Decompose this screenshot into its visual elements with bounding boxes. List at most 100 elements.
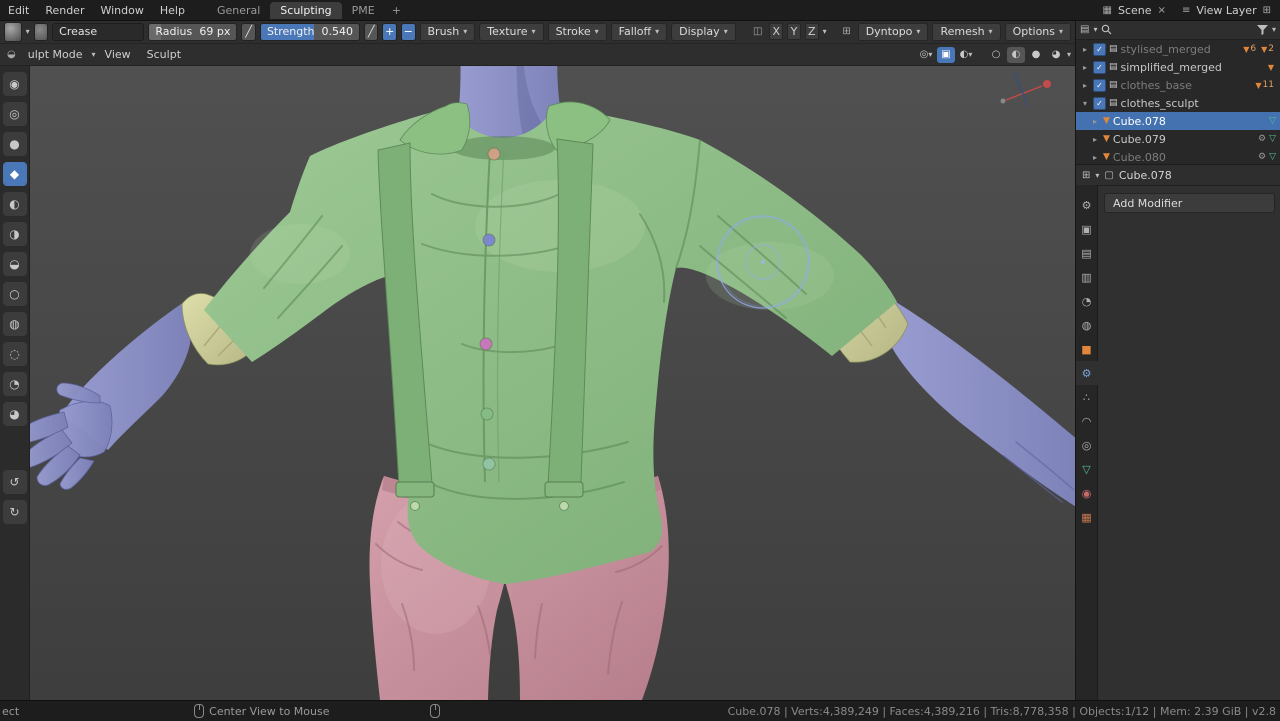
workspace-tab-general[interactable]: General	[207, 2, 270, 19]
stroke-panel-dropdown[interactable]: Stroke ▾	[547, 22, 607, 41]
expand-icon[interactable]: ▸	[1090, 153, 1100, 162]
outliner-row-cube-080[interactable]: ▸ ▼ Cube.080 ⚙ ▽	[1076, 148, 1280, 164]
tool-crease-button[interactable]: ◆	[2, 162, 27, 186]
tool-pinch-button[interactable]: ◔	[2, 372, 27, 396]
menu-window[interactable]: Window	[92, 4, 151, 17]
outliner-editor-icon[interactable]: ▤	[1080, 24, 1089, 35]
falloff-panel-dropdown[interactable]: Falloff ▾	[610, 22, 668, 41]
outliner-row-simplified-merged[interactable]: ▸ ✓ ▤ simplified_merged ▼	[1076, 58, 1280, 76]
shading-wireframe-button[interactable]: ○	[987, 47, 1005, 63]
collection-checkbox[interactable]: ✓	[1093, 42, 1106, 56]
strength-pressure-toggle[interactable]: ╱	[363, 22, 379, 41]
overlays-dropdown[interactable]: ◐ ▾	[957, 47, 975, 63]
shading-material-button[interactable]: ●	[1027, 47, 1045, 63]
properties-editor-icon[interactable]: ⊞	[1082, 170, 1090, 181]
brush-datablock-icon[interactable]	[33, 22, 49, 41]
tab-tool[interactable]: ⚙	[1076, 193, 1098, 217]
brush-dropdown-caret-icon[interactable]: ▾	[26, 27, 30, 36]
outliner-row-stylised-merged[interactable]: ▸ ✓ ▤ stylised_merged ▼ 6 ▼ 2	[1076, 40, 1280, 58]
tab-object-data[interactable]: ▽	[1076, 457, 1098, 481]
tool-draw-sharp-button[interactable]: ◎	[2, 102, 27, 126]
menu-edit[interactable]: Edit	[0, 4, 37, 17]
add-workspace-button[interactable]: +	[385, 4, 408, 17]
tool-blob-button[interactable]: ◒	[2, 252, 27, 276]
outliner-row-cube-079[interactable]: ▸ ▼ Cube.079 ⚙ ▽	[1076, 130, 1280, 148]
menu-help[interactable]: Help	[152, 4, 193, 17]
collapse-icon[interactable]: ▾	[1080, 99, 1090, 108]
brush-add-button[interactable]: +	[382, 22, 397, 41]
shading-options-caret-icon[interactable]: ▾	[1067, 50, 1071, 59]
unlink-scene-icon[interactable]: ×	[1155, 5, 1169, 16]
tab-view-layer[interactable]: ▥	[1076, 265, 1098, 289]
viewport-3d[interactable]	[0, 44, 1075, 700]
tool-measure-button[interactable]: ↻	[2, 500, 27, 524]
properties-editor-caret-icon[interactable]: ▾	[1095, 171, 1099, 180]
tab-render[interactable]: ▣	[1076, 217, 1098, 241]
filter-caret-icon[interactable]: ▾	[1272, 25, 1276, 34]
tool-inflate-button[interactable]: ◑	[2, 222, 27, 246]
scene-selector[interactable]: Scene	[1115, 4, 1155, 17]
new-view-layer-icon[interactable]: ⊞	[1260, 5, 1274, 16]
radius-pressure-toggle[interactable]: ╱	[241, 22, 256, 41]
tab-particles[interactable]: ∴	[1076, 385, 1098, 409]
brush-panel-dropdown[interactable]: Brush ▾	[419, 22, 476, 41]
mode-selector[interactable]: ulpt Mode	[21, 48, 90, 61]
brush-subtract-button[interactable]: −	[400, 22, 416, 41]
texture-panel-dropdown[interactable]: Texture ▾	[479, 22, 544, 41]
visibility-dropdown[interactable]: ◎ ▾	[917, 47, 935, 63]
mesh-data-icon[interactable]: ▽	[1269, 152, 1276, 162]
expand-icon[interactable]: ▸	[1080, 81, 1090, 90]
mesh-data-icon[interactable]: ▽	[1269, 116, 1276, 126]
view-layer-selector[interactable]: View Layer	[1193, 4, 1259, 17]
workspace-tab-pme[interactable]: PME	[342, 2, 385, 19]
mode-caret-icon[interactable]: ▾	[92, 50, 96, 59]
mirror-x-toggle[interactable]: X	[769, 23, 784, 40]
tab-output[interactable]: ▤	[1076, 241, 1098, 265]
expand-icon[interactable]: ▸	[1080, 63, 1090, 72]
menu-view[interactable]: View	[98, 48, 138, 61]
tool-flatten-button[interactable]: ◍	[2, 312, 27, 336]
mirror-options-caret-icon[interactable]: ▾	[823, 27, 827, 36]
collection-checkbox[interactable]: ✓	[1093, 78, 1106, 92]
tab-object[interactable]: ■	[1076, 337, 1098, 361]
tool-draw-button[interactable]: ◉	[2, 72, 27, 96]
tab-modifiers[interactable]: ⚙	[1075, 361, 1098, 385]
brush-preview-icon[interactable]	[4, 21, 22, 42]
radius-slider[interactable]: Radius 69 px	[148, 22, 238, 41]
tool-annotate-button[interactable]: ↺	[2, 470, 27, 494]
modifier-icon[interactable]: ⚙	[1258, 134, 1266, 144]
collection-checkbox[interactable]: ✓	[1093, 60, 1106, 74]
brush-name-field[interactable]: Crease	[52, 22, 145, 41]
shading-rendered-button[interactable]: ◕	[1047, 47, 1065, 63]
menu-render[interactable]: Render	[37, 4, 92, 17]
outliner-editor-caret-icon[interactable]: ▾	[1093, 25, 1097, 34]
tab-material[interactable]: ◉	[1076, 481, 1098, 505]
expand-icon[interactable]: ▸	[1090, 135, 1100, 144]
expand-icon[interactable]: ▸	[1090, 117, 1100, 126]
xray-toggle[interactable]: ▣	[936, 46, 955, 63]
mirror-y-toggle[interactable]: Y	[787, 23, 801, 40]
workspace-tab-sculpting[interactable]: Sculpting	[270, 1, 342, 19]
tab-scene[interactable]: ◔	[1076, 289, 1098, 313]
tab-world[interactable]: ◍	[1076, 313, 1098, 337]
mirror-z-toggle[interactable]: Z	[804, 23, 819, 40]
collection-checkbox[interactable]: ✓	[1093, 96, 1106, 110]
outliner-row-clothes-sculpt[interactable]: ▾ ✓ ▤ clothes_sculpt	[1076, 94, 1280, 112]
tool-smooth-button[interactable]: ○	[2, 282, 27, 306]
expand-icon[interactable]: ▸	[1080, 45, 1090, 54]
outliner-row-clothes-base[interactable]: ▸ ✓ ▤ clothes_base ▼ 11	[1076, 76, 1280, 94]
add-modifier-button[interactable]: Add Modifier	[1104, 193, 1275, 213]
tool-clay-strips-button[interactable]: ◐	[2, 192, 27, 216]
shading-solid-button[interactable]: ◐	[1006, 46, 1025, 63]
tool-clay-button[interactable]: ●	[2, 132, 27, 156]
dyntopo-panel-dropdown[interactable]: Dyntopo ▾	[857, 22, 929, 41]
modifier-icon[interactable]: ⚙	[1258, 152, 1266, 162]
strength-slider[interactable]: Strength 0.540	[259, 22, 360, 41]
fade-inactive-icon[interactable]: ⊞	[839, 26, 853, 37]
remesh-panel-dropdown[interactable]: Remesh ▾	[932, 22, 1001, 41]
filter-icon[interactable]	[1256, 24, 1268, 35]
menu-sculpt[interactable]: Sculpt	[140, 48, 188, 61]
tool-scrape-button[interactable]: ◌	[2, 342, 27, 366]
options-panel-dropdown[interactable]: Options ▾	[1004, 22, 1072, 41]
tool-grab-button[interactable]: ◕	[2, 402, 27, 426]
